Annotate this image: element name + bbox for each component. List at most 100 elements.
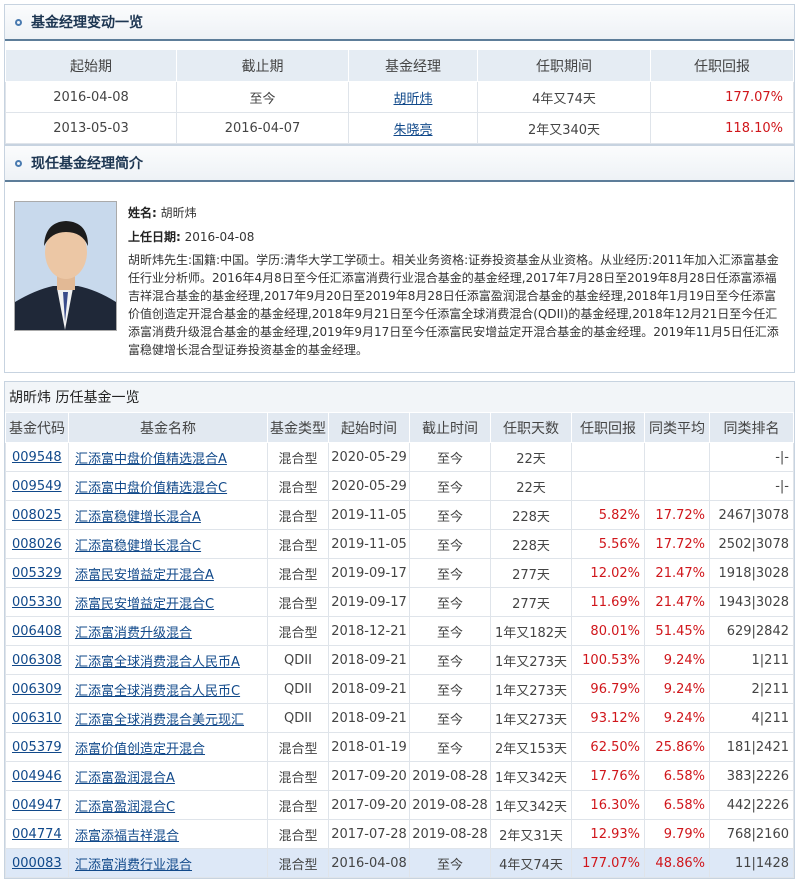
start-date: 2016-04-08 <box>184 230 255 244</box>
table-row: 009548 汇添富中盘价值精选混合A 混合型 2020-05-29 至今 22天 -|- <box>5 442 794 472</box>
start-date-cell: 2019-11-05 <box>328 500 410 530</box>
start-date-cell: 2018-09-21 <box>331 652 407 668</box>
peer-rank-cell: 2502|3078 <box>709 529 794 559</box>
fund-code-cell: 005329 <box>5 558 69 588</box>
fund-type-cell: 混合型 <box>267 529 329 559</box>
fund-name-link[interactable]: 添富价值创造定开混合 <box>75 742 205 757</box>
fund-name-link[interactable]: 汇添富中盘价值精选混合A <box>75 452 227 467</box>
fund-name-link[interactable]: 汇添富稳健增长混合C <box>75 539 201 554</box>
fund-name-link[interactable]: 汇添富全球消费混合美元现汇 <box>75 713 244 728</box>
fund-name-link[interactable]: 汇添富全球消费混合人民币C <box>75 684 240 699</box>
fund-code-link[interactable]: 004774 <box>12 827 62 842</box>
peer-avg-cell: 48.86% <box>644 848 710 878</box>
end-date-cell: 至今 <box>436 741 463 757</box>
panel-title: 现任基金经理简介 <box>31 156 143 172</box>
col-type: 基金类型 <box>267 412 329 443</box>
fund-name-link[interactable]: 汇添富稳健增长混合A <box>75 510 201 525</box>
fund-name-link[interactable]: 汇添富盈润混合C <box>75 800 175 815</box>
table-row: 009549 汇添富中盘价值精选混合C 混合型 2020-05-29 至今 22天 -|- <box>5 471 794 501</box>
end-date-cell: 2019-08-28 <box>412 797 488 813</box>
fund-type-cell: 混合型 <box>267 790 329 820</box>
table-header-row: 基金代码 基金名称 基金类型 起始时间 截止时间 任职天数 任职回报 同类平均 … <box>5 412 794 443</box>
fund-name-link[interactable]: 添富民安增益定开混合A <box>75 568 214 583</box>
fund-name-cell: 汇添富消费行业混合 <box>68 848 268 878</box>
end-date-cell: 至今 <box>436 567 463 583</box>
return-cell: 12.93% <box>571 819 645 849</box>
fund-type-cell: QDII <box>267 645 329 675</box>
peer-rank-cell: 442|2226 <box>709 790 794 820</box>
fund-name-link[interactable]: 汇添富消费升级混合 <box>75 626 192 641</box>
end-date-cell: 2019-08-28 <box>409 790 491 820</box>
start-date-cell: 2018-09-21 <box>331 681 407 697</box>
fund-type-cell: 混合型 <box>278 538 318 554</box>
start-date-cell: 2020-05-29 <box>328 471 410 501</box>
fund-code-cell: 009548 <box>5 442 69 472</box>
start-date-cell: 2020-05-29 <box>331 478 407 494</box>
fund-name-link[interactable]: 汇添富盈润混合A <box>75 771 175 786</box>
end-date-cell: 至今 <box>436 683 463 699</box>
days-cell: 2年又31天 <box>490 819 572 849</box>
fund-type-cell: 混合型 <box>267 761 329 791</box>
days-cell: 228天 <box>490 500 572 530</box>
days-cell: 4年又74天 <box>490 848 572 878</box>
days-cell: 277天 <box>490 558 572 588</box>
fund-type-cell: 混合型 <box>267 558 329 588</box>
fund-name-link[interactable]: 汇添富中盘价值精选混合C <box>75 481 227 496</box>
col-rank: 同类排名 <box>709 412 794 443</box>
table-row: 008026 汇添富稳健增长混合C 混合型 2019-11-05 至今 228天 5.56%… <box>5 529 794 559</box>
peer-rank-cell: 11|1428 <box>734 855 789 871</box>
end-date-cell: 至今 <box>436 857 463 873</box>
peer-rank-cell: 2|211 <box>709 674 794 704</box>
fund-code-link[interactable]: 006309 <box>12 682 62 697</box>
fund-code-link[interactable]: 000083 <box>12 856 62 871</box>
fund-name-link[interactable]: 汇添富消费行业混合 <box>75 858 192 873</box>
fund-code-cell: 006308 <box>5 645 69 675</box>
fund-code-link[interactable]: 005330 <box>12 595 62 610</box>
col-name: 基金名称 <box>68 412 268 443</box>
end-date-cell: 至今 <box>436 451 463 467</box>
manager-cell: 朱晓亮 <box>348 112 478 144</box>
period-cell: 4年又74天 <box>532 91 596 107</box>
fund-code-link[interactable]: 006408 <box>12 624 62 639</box>
peer-rank-cell: 768|2160 <box>726 826 789 842</box>
start-cell: 2013-05-03 <box>53 120 129 136</box>
peer-avg-cell: 48.86% <box>655 855 705 871</box>
return-cell: 100.53% <box>582 652 640 668</box>
peer-rank-cell: 1|211 <box>751 652 789 668</box>
end-date-cell: 至今 <box>409 645 491 675</box>
fund-name-link[interactable]: 汇添富全球消费混合人民币A <box>75 655 240 670</box>
fund-code-link[interactable]: 005379 <box>12 740 62 755</box>
fund-name-link[interactable]: 添富添福吉祥混合 <box>75 829 179 844</box>
days-cell: 228天 <box>512 509 550 525</box>
name-label: 姓名: <box>128 206 157 220</box>
table-row: 000083 汇添富消费行业混合 混合型 2016-04-08 至今 4年又74天 177.… <box>5 848 794 878</box>
fund-code-link[interactable]: 004946 <box>12 769 62 784</box>
fund-code-link[interactable]: 008025 <box>12 508 62 523</box>
fund-code-cell: 006408 <box>5 616 69 646</box>
days-cell: 277天 <box>512 596 550 612</box>
manager-link[interactable]: 朱晓亮 <box>393 123 432 138</box>
fund-code-link[interactable]: 009549 <box>12 479 62 494</box>
fund-code-link[interactable]: 006310 <box>12 711 62 726</box>
col-end: 截止期 <box>176 49 349 82</box>
manager-link[interactable]: 胡昕炜 <box>393 92 432 107</box>
peer-avg-cell: 21.47% <box>644 587 710 617</box>
fund-code-link[interactable]: 008026 <box>12 537 62 552</box>
fund-code-link[interactable]: 009548 <box>12 450 62 465</box>
fund-code-link[interactable]: 004947 <box>12 798 62 813</box>
start-date-cell: 2018-01-19 <box>331 739 407 755</box>
end-date-cell: 至今 <box>436 596 463 612</box>
manager-name: 胡昕炜 <box>160 206 197 220</box>
return-cell: 177.07% <box>582 855 640 871</box>
start-date-cell: 2019-11-05 <box>331 507 407 523</box>
fund-code-link[interactable]: 005329 <box>12 566 62 581</box>
fund-name-link[interactable]: 添富民安增益定开混合C <box>75 597 214 612</box>
fund-type-cell: 混合型 <box>278 741 318 757</box>
start-date-cell: 2016-04-08 <box>331 855 407 871</box>
fund-type-cell: 混合型 <box>267 442 329 472</box>
peer-avg-cell: 9.79% <box>644 819 710 849</box>
peer-rank-cell: -|- <box>709 471 794 501</box>
fund-code-link[interactable]: 006308 <box>12 653 62 668</box>
col-return: 任职回报 <box>571 412 645 443</box>
peer-rank-cell: 2467|3078 <box>709 500 794 530</box>
